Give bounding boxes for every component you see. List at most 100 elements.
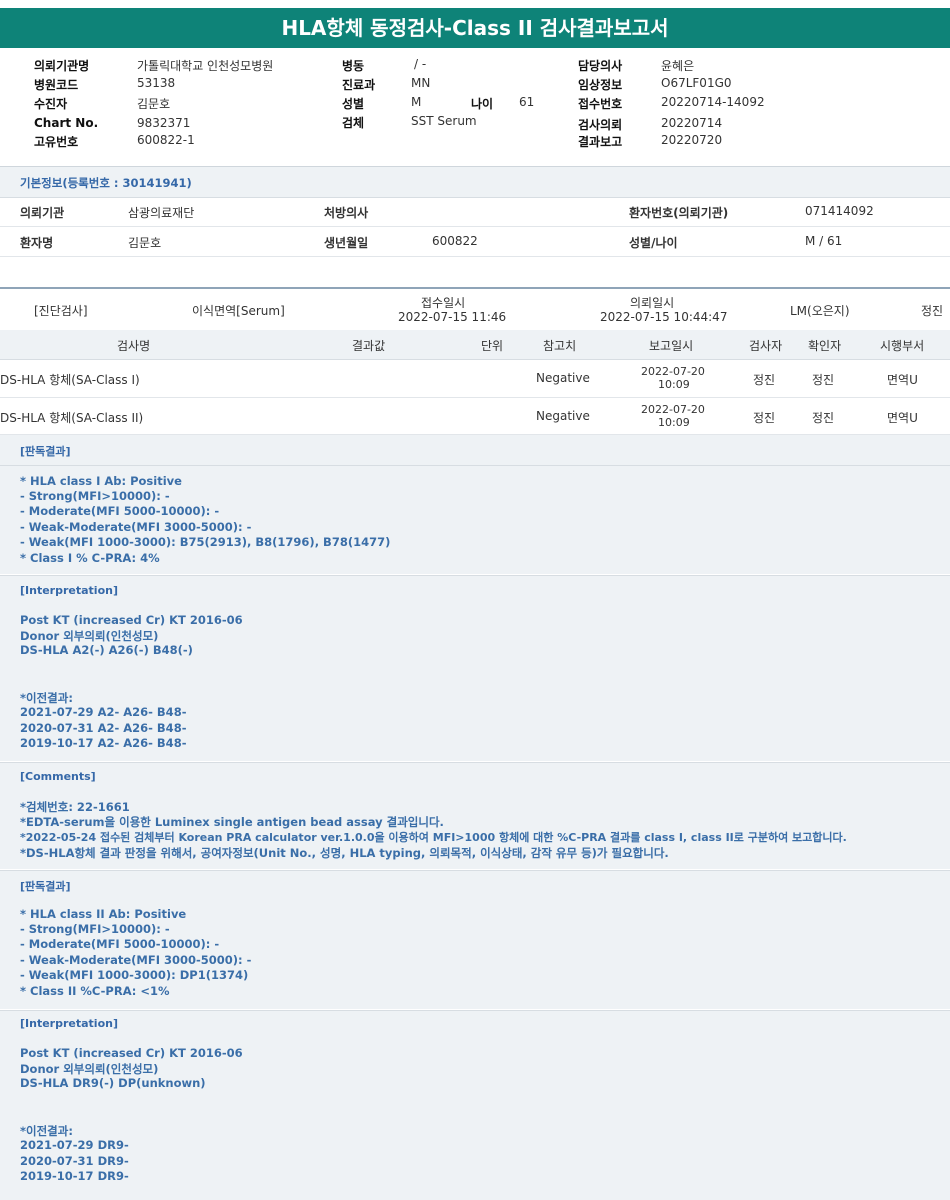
section-body-reading-class2: * HLA class II Ab: Positive - Strong(MFI… bbox=[0, 899, 950, 1009]
text-line: 2019-10-17 A2- A26- B48- bbox=[20, 736, 187, 750]
basic-label: 환자명 bbox=[20, 236, 54, 250]
basic-info-row: 의뢰기관 삼광의료재단 처방의사 환자번호(의뢰기관) 071414092 bbox=[0, 197, 950, 227]
order-row: [진단검사] 이식면역[Serum] 접수일시 2022-07-15 11:46… bbox=[0, 287, 950, 332]
header-value: 9832371 bbox=[137, 116, 191, 130]
header-value: 가톨릭대학교 인천성모병원 bbox=[137, 59, 274, 73]
text-line: Post KT (increased Cr) KT 2016-06 bbox=[20, 1046, 243, 1060]
basic-label: 생년월일 bbox=[324, 236, 369, 250]
basic-value: 삼광의료재단 bbox=[128, 206, 195, 220]
text-line: 2020-07-31 A2- A26- B48- bbox=[20, 721, 187, 735]
test-checker: 정진 bbox=[812, 373, 835, 387]
basic-value: 600822 bbox=[432, 234, 478, 248]
header-label: 고유번호 bbox=[34, 135, 79, 149]
request-label: 의뢰일시 bbox=[630, 296, 675, 310]
receive-label: 접수일시 bbox=[421, 296, 466, 310]
text-line: * HLA class II Ab: Positive bbox=[20, 907, 187, 921]
header-label: 의뢰기관명 bbox=[34, 59, 90, 73]
header-label: 임상정보 bbox=[578, 78, 623, 92]
header-label: 검체 bbox=[342, 116, 365, 130]
section-body-interpretation-class2: Post KT (increased Cr) KT 2016-06 Donor … bbox=[0, 1038, 950, 1200]
test-department: 면역U bbox=[887, 411, 918, 425]
column-header: 보고일시 bbox=[649, 339, 694, 353]
report-header: 의뢰기관명 가톨릭대학교 인천성모병원 병원코드 53138 수진자 김문호 C… bbox=[0, 48, 950, 167]
basic-label: 처방의사 bbox=[324, 206, 369, 220]
text-line: DS-HLA DR9(-) DP(unknown) bbox=[20, 1076, 206, 1090]
result-table-header: 검사명 결과값 단위 참고치 보고일시 검사자 확인자 시행부서 bbox=[0, 330, 950, 360]
basic-value: 김문호 bbox=[128, 236, 162, 250]
column-header: 참고치 bbox=[543, 339, 577, 353]
report-date: 2022-07-20 bbox=[641, 365, 705, 378]
section-title: [판독결과] bbox=[20, 445, 71, 458]
header-value: 20220714-14092 bbox=[661, 95, 765, 109]
text-line: Post KT (increased Cr) KT 2016-06 bbox=[20, 613, 243, 627]
header-value: O67LF01G0 bbox=[661, 76, 732, 90]
basic-info-row: 환자명 김문호 생년월일 600822 성별/나이 M / 61 bbox=[0, 227, 950, 257]
header-label: Chart No. bbox=[34, 116, 99, 130]
receive-date: 2022-07-15 11:46 bbox=[398, 310, 507, 324]
header-label: 담당의사 bbox=[578, 59, 623, 73]
header-value: 61 bbox=[519, 95, 535, 109]
header-label: 진료과 bbox=[342, 78, 376, 92]
text-line: 2020-07-31 DR9- bbox=[20, 1154, 129, 1168]
text-line: * Class I % C-PRA: 4% bbox=[20, 551, 160, 565]
order-doctor: LM(오은지) bbox=[790, 304, 850, 318]
text-line: *2022-05-24 접수된 검체부터 Korean PRA calculat… bbox=[20, 831, 847, 844]
basic-value: 071414092 bbox=[805, 204, 874, 218]
text-line: Donor 외부의뢰(인천성모) bbox=[20, 1062, 159, 1076]
section-header-interpretation-class2: [Interpretation] bbox=[0, 1010, 950, 1039]
basic-info-title: 기본정보(등록번호 : 30141941) bbox=[20, 176, 192, 190]
table-row: DS-HLA 항체(SA-Class I) Negative 2022-07-2… bbox=[0, 360, 950, 398]
section-body-interpretation-class1: Post KT (increased Cr) KT 2016-06 Donor … bbox=[0, 605, 950, 761]
basic-info-header: 기본정보(등록번호 : 30141941) bbox=[0, 166, 950, 198]
order-category: [진단검사] bbox=[34, 304, 88, 318]
basic-label: 성별/나이 bbox=[629, 236, 678, 250]
text-line: 2021-07-29 DR9- bbox=[20, 1138, 129, 1152]
test-tester: 정진 bbox=[753, 411, 776, 425]
test-department: 면역U bbox=[887, 373, 918, 387]
column-header: 단위 bbox=[481, 339, 504, 353]
text-line: * HLA class I Ab: Positive bbox=[20, 474, 182, 488]
text-line: - Weak(MFI 1000-3000): B75(2913), B8(179… bbox=[20, 535, 391, 549]
text-line: - Moderate(MFI 5000-10000): - bbox=[20, 937, 220, 951]
section-title: [Interpretation] bbox=[20, 1017, 118, 1030]
column-header: 시행부서 bbox=[880, 339, 925, 353]
request-date: 2022-07-15 10:44:47 bbox=[600, 310, 728, 324]
text-line: *EDTA-serum을 이용한 Luminex single antigen … bbox=[20, 815, 444, 829]
report-title: HLA항체 동정검사-Class II 검사결과보고서 bbox=[0, 8, 950, 48]
header-label: 수진자 bbox=[34, 97, 68, 111]
header-label: 나이 bbox=[471, 97, 494, 111]
basic-label: 의뢰기관 bbox=[20, 206, 65, 220]
column-header: 결과값 bbox=[352, 339, 386, 353]
header-label: 접수번호 bbox=[578, 97, 623, 111]
text-line: - Strong(MFI>10000): - bbox=[20, 922, 170, 936]
basic-label: 환자번호(의뢰기관) bbox=[629, 206, 729, 220]
section-header-interpretation-class1: [Interpretation] bbox=[0, 575, 950, 606]
column-header: 검사자 bbox=[749, 339, 783, 353]
test-reference: Negative bbox=[536, 371, 590, 385]
test-reference: Negative bbox=[536, 409, 590, 423]
text-line: Donor 외부의뢰(인천성모) bbox=[20, 629, 159, 643]
test-checker: 정진 bbox=[812, 411, 835, 425]
test-tester: 정진 bbox=[753, 373, 776, 387]
order-tester: 정진 bbox=[921, 304, 944, 318]
text-line: 2019-10-17 DR9- bbox=[20, 1169, 129, 1183]
header-label: 결과보고 bbox=[578, 135, 623, 149]
header-value: 53138 bbox=[137, 76, 176, 90]
section-body-comments: *검체번호: 22-1661 *EDTA-serum을 이용한 Luminex … bbox=[0, 791, 950, 869]
report-date: 2022-07-20 bbox=[641, 403, 705, 416]
header-value: SST Serum bbox=[411, 114, 477, 128]
header-value: 20220720 bbox=[661, 133, 723, 147]
header-value: 600822-1 bbox=[137, 133, 195, 147]
header-value: M bbox=[411, 95, 422, 109]
table-row: DS-HLA 항체(SA-Class II) Negative 2022-07-… bbox=[0, 398, 950, 435]
text-line: - Weak(MFI 1000-3000): DP1(1374) bbox=[20, 968, 249, 982]
header-value: MN bbox=[411, 76, 431, 90]
text-line: * Class II %C-PRA: <1% bbox=[20, 984, 170, 998]
header-value: 20220714 bbox=[661, 116, 723, 130]
test-name: DS-HLA 항체(SA-Class II) bbox=[0, 411, 144, 425]
report-time: 10:09 bbox=[658, 416, 690, 429]
text-line: - Weak-Moderate(MFI 3000-5000): - bbox=[20, 953, 252, 967]
header-value: / - bbox=[414, 57, 427, 71]
order-specimen: 이식면역[Serum] bbox=[192, 304, 285, 318]
column-header: 확인자 bbox=[808, 339, 842, 353]
